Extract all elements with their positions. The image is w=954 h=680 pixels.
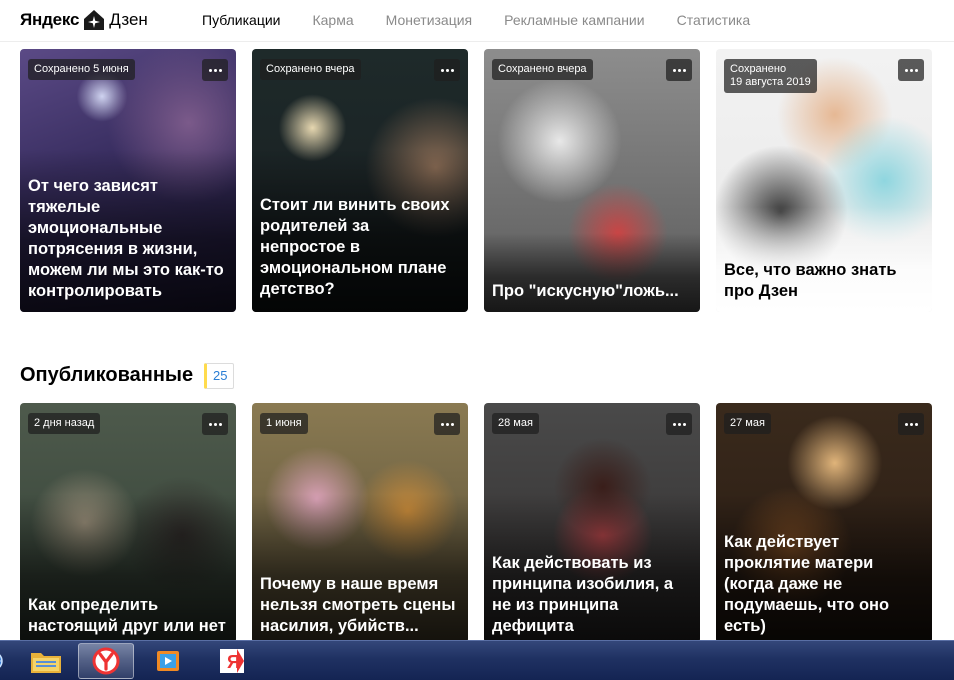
draft-card-3[interactable]: Сохранено вчера Про "искусную"ложь... [484, 49, 700, 312]
card-title[interactable]: Все, что важно знать про Дзен [724, 260, 922, 302]
more-options-icon[interactable] [434, 59, 460, 81]
more-options-icon[interactable] [202, 59, 228, 81]
taskbar-media-player[interactable] [140, 643, 196, 679]
more-options-icon[interactable] [666, 413, 692, 435]
yandex-app-icon: Я [220, 649, 244, 673]
card-title[interactable]: Стоит ли винить своих родителей за непро… [260, 195, 458, 300]
card-date-badge: Сохранено 5 июня [28, 59, 135, 80]
card-title[interactable]: Как действует проклятие матери (когда да… [724, 532, 922, 637]
card-title[interactable]: Про "искусную"ложь... [492, 281, 690, 302]
draft-card-2[interactable]: Сохранено вчера Стоит ли винить своих ро… [252, 49, 468, 312]
globe-icon [0, 654, 3, 668]
svg-text:Я: Я [227, 652, 240, 672]
published-card-4[interactable]: 27 мая Как действует проклятие матери (к… [716, 403, 932, 643]
published-card-2[interactable]: 1 июня Почему в наше время нельзя смотре… [252, 403, 468, 643]
published-card-3[interactable]: 28 мая Как действовать из принципа изоби… [484, 403, 700, 643]
published-count-badge: 25 [204, 363, 235, 389]
card-date-badge: Сохранено вчера [260, 59, 361, 80]
main-nav: Публикации Карма Монетизация Рекламные к… [202, 12, 782, 28]
published-section-title: Опубликованные [20, 364, 194, 386]
nav-monetization[interactable]: Монетизация [386, 12, 473, 28]
page: Яндекс Дзен Публикации Карма Монетизация… [0, 0, 954, 680]
card-title[interactable]: Как определить настоящий друг или нет [28, 595, 226, 637]
taskbar-explorer[interactable] [18, 643, 74, 679]
card-date-badge: Сохранено 19 августа 2019 [724, 59, 817, 93]
taskbar-yandex-browser[interactable] [78, 643, 134, 679]
more-options-icon[interactable] [898, 413, 924, 435]
card-title[interactable]: Почему в наше время нельзя смотреть сцен… [260, 574, 458, 637]
taskbar-globe[interactable] [0, 643, 8, 679]
windows-taskbar: Я [0, 640, 954, 680]
card-date-badge: 2 дня назад [28, 413, 101, 434]
card-date-badge: Сохранено вчера [492, 59, 593, 80]
taskbar-yandex-app[interactable]: Я [204, 643, 260, 679]
logo-yandex-text: Яндекс [20, 10, 80, 29]
media-player-icon [157, 651, 179, 671]
card-date-line2: 19 августа 2019 [730, 76, 811, 88]
card-date-line1: Сохранено [730, 63, 787, 75]
card-title[interactable]: От чего зависят тяжелые эмоциональные по… [28, 176, 226, 302]
nav-statistics[interactable]: Статистика [677, 12, 751, 28]
top-header: Яндекс Дзен Публикации Карма Монетизация… [0, 0, 954, 42]
more-options-icon[interactable] [898, 59, 924, 81]
draft-card-1[interactable]: Сохранено 5 июня От чего зависят тяжелые… [20, 49, 236, 312]
more-options-icon[interactable] [202, 413, 228, 435]
draft-card-4[interactable]: Сохранено 19 августа 2019 Все, что важно… [716, 49, 932, 312]
zen-house-icon [84, 10, 105, 30]
logo-zen-text: Дзен [109, 10, 148, 29]
more-options-icon[interactable] [666, 59, 692, 81]
more-options-icon[interactable] [434, 413, 460, 435]
card-date-badge: 27 мая [724, 413, 771, 434]
card-date-badge: 1 июня [260, 413, 308, 434]
zen-logo[interactable]: Яндекс Дзен [20, 7, 148, 33]
card-title[interactable]: Как действовать из принципа изобилия, а … [492, 553, 690, 637]
nav-karma[interactable]: Карма [312, 12, 353, 28]
yandex-browser-icon [92, 647, 120, 675]
published-card-1[interactable]: 2 дня назад Как определить настоящий дру… [20, 403, 236, 643]
nav-ad-campaigns[interactable]: Рекламные кампании [504, 12, 644, 28]
folder-icon [31, 653, 61, 673]
card-date-badge: 28 мая [492, 413, 539, 434]
nav-publications[interactable]: Публикации [202, 12, 280, 28]
